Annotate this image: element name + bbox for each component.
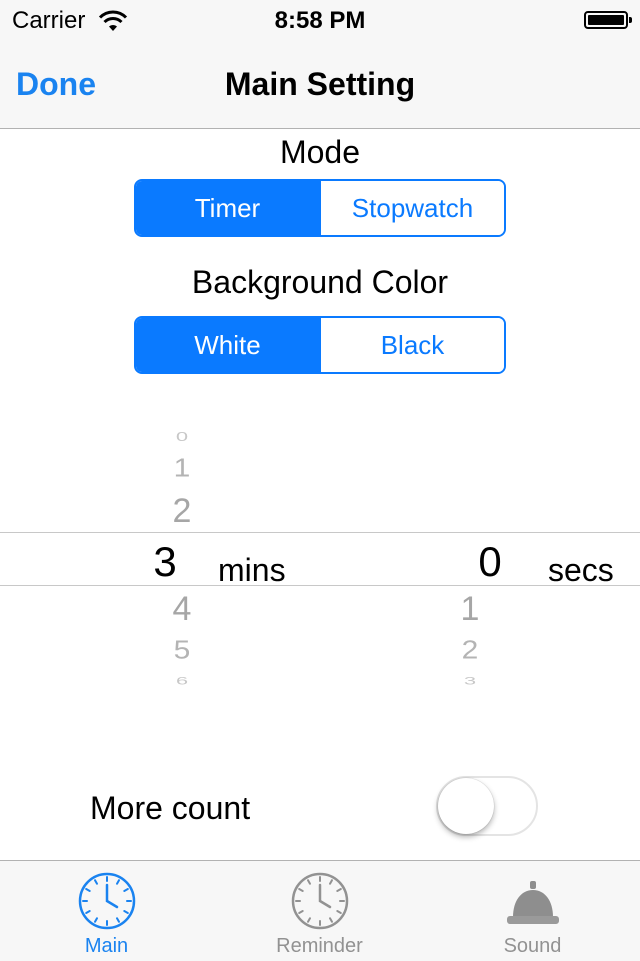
tab-reminder[interactable]: Reminder xyxy=(213,861,426,961)
background-black-option[interactable]: Black xyxy=(319,318,504,372)
minutes-option[interactable]: 5 xyxy=(162,637,202,666)
tab-main-label: Main xyxy=(84,935,129,957)
tab-reminder-label: Reminder xyxy=(276,935,363,957)
minutes-option[interactable]: 0 xyxy=(162,429,202,445)
minutes-option[interactable]: 2 xyxy=(162,492,202,531)
picker-selection-top-line xyxy=(0,532,640,533)
time-picker[interactable]: 0 1 2 3 4 5 6 mins 0 1 2 3 secs xyxy=(0,400,640,700)
background-white-option[interactable]: White xyxy=(136,318,319,372)
minutes-option[interactable]: 6 xyxy=(162,675,202,688)
navigation-bar: Done Main Setting xyxy=(0,40,640,129)
seconds-unit-label: secs xyxy=(548,552,614,588)
seconds-option[interactable]: 1 xyxy=(450,590,490,629)
tab-main[interactable]: Main xyxy=(0,861,213,961)
minutes-unit-label: mins xyxy=(218,552,286,588)
mode-timer-option[interactable]: Timer xyxy=(136,181,319,235)
tab-sound-label: Sound xyxy=(503,935,562,957)
toggle-knob xyxy=(438,778,494,834)
minutes-option[interactable]: 4 xyxy=(162,590,202,629)
clock-icon xyxy=(78,872,135,930)
minutes-option[interactable]: 1 xyxy=(162,455,202,484)
clock-icon xyxy=(291,872,348,930)
battery-icon xyxy=(584,11,632,29)
background-color-segmented-control: White Black xyxy=(134,316,506,374)
more-count-toggle[interactable] xyxy=(436,776,538,836)
clock-time: 8:58 PM xyxy=(274,7,366,34)
status-bar: Carrier 8:58 PM xyxy=(0,0,640,40)
minutes-selected-value[interactable]: 3 xyxy=(145,538,185,586)
picker-selection-bottom-line xyxy=(0,585,640,586)
mode-segmented-control: Timer Stopwatch xyxy=(134,179,506,237)
mode-stopwatch-option[interactable]: Stopwatch xyxy=(319,181,504,235)
tab-bar: Main Reminder Sound xyxy=(0,860,640,961)
seconds-selected-value[interactable]: 0 xyxy=(470,538,510,586)
page-title: Main Setting xyxy=(224,66,416,102)
background-color-label: Background Color xyxy=(191,264,449,300)
seconds-option[interactable]: 3 xyxy=(450,675,490,688)
mode-label: Mode xyxy=(279,134,361,170)
tab-sound[interactable]: Sound xyxy=(426,861,640,961)
seconds-option[interactable]: 2 xyxy=(450,637,490,666)
bell-icon xyxy=(507,881,559,924)
more-count-label: More count xyxy=(90,790,251,826)
